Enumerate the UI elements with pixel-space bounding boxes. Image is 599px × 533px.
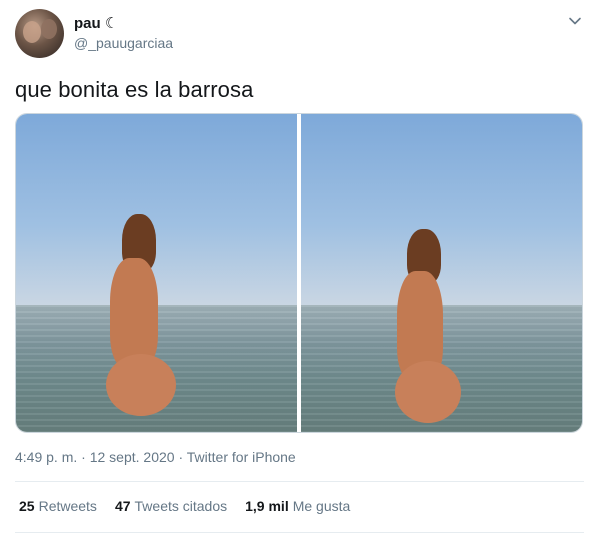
photo-1[interactable] <box>16 114 297 432</box>
tweet-source[interactable]: Twitter for iPhone <box>187 449 296 465</box>
quote-tweets-label: Tweets citados <box>134 498 228 514</box>
avatar-face <box>23 21 41 43</box>
photo-2[interactable] <box>300 114 582 432</box>
likes-label: Me gusta <box>292 498 351 514</box>
divider <box>15 481 584 482</box>
person-figure <box>393 229 483 432</box>
tweet-stats: 25 Retweets 47 Tweets citados 1,9 mil Me gu… <box>19 498 350 514</box>
avatar[interactable] <box>15 9 64 58</box>
tweet-time[interactable]: 4:49 p. m. <box>15 449 77 465</box>
retweets-stat[interactable]: 25 Retweets <box>19 498 97 514</box>
likes-stat[interactable]: 1,9 mil Me gusta <box>245 498 350 514</box>
chevron-down-icon[interactable] <box>568 14 582 28</box>
meta-separator: · <box>178 449 184 465</box>
retweets-label: Retweets <box>38 498 97 514</box>
retweets-count: 25 <box>19 498 35 514</box>
photo-divider <box>297 114 299 432</box>
user-handle[interactable]: @_pauugarciaa <box>74 35 173 51</box>
tweet-card: pau ☾ @_pauugarciaa que bonita es la bar… <box>0 0 599 533</box>
tweet-date[interactable]: 12 sept. 2020 <box>90 449 175 465</box>
media-grid <box>15 113 583 433</box>
likes-count: 1,9 mil <box>245 498 289 514</box>
meta-separator: · <box>81 449 86 465</box>
quote-tweets-count: 47 <box>114 498 131 514</box>
person-figure <box>104 214 194 432</box>
display-name[interactable]: pau ☾ <box>74 14 118 32</box>
tweet-meta: 4:49 p. m. · 12 sept. 2020 · Twitter for… <box>15 449 296 465</box>
tweet-text: que bonita es la barrosa <box>15 77 254 102</box>
avatar-face <box>41 19 57 39</box>
quote-tweets-stat[interactable]: 47 Tweets citados <box>115 498 227 514</box>
